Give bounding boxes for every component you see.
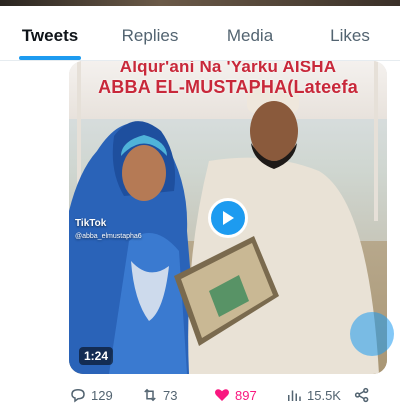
tab-replies-label: Replies [121,26,179,45]
tab-likes-label: Likes [330,26,370,45]
heart-icon [214,389,230,401]
photo-strip-top [0,0,400,6]
tiktok-handle: @abba_elmustapha6 [75,233,142,240]
tweet-video[interactable]: Alqur'ani Na 'Yarku AISHA ABBA EL-MUSTAP… [69,61,387,374]
retweet-count: 73 [163,387,178,403]
bar-chart-icon [288,390,301,401]
tab-media[interactable]: Media [200,12,300,60]
like-button[interactable]: 897 [213,386,257,404]
play-icon [223,211,234,225]
views-button[interactable]: 15.5K [285,386,341,404]
comment-icon [71,388,85,403]
tab-media-label: Media [226,26,274,45]
tab-replies[interactable]: Replies [100,12,200,60]
reply-count: 129 [91,387,113,403]
floating-compose-bubble[interactable] [350,312,394,356]
like-count: 897 [235,387,257,403]
tiktok-watermark: TikTok [75,218,107,229]
tab-tweets[interactable]: Tweets [0,12,100,60]
tab-likes[interactable]: Likes [300,12,400,60]
video-caption-line1: Alqur'ani Na 'Yarku AISHA [119,61,337,76]
tab-tweets-label: Tweets [21,26,79,45]
share-button[interactable] [353,386,371,404]
retweet-icon [144,388,156,402]
reply-button[interactable]: 129 [69,386,113,404]
views-count: 15.5K [307,387,341,403]
video-caption-line2: ABBA EL-MUSTAPHA(Lateefa [98,77,358,97]
tweet-actions: 129 73 897 15.5K [69,386,400,406]
profile-tabs: Tweets Replies Media Likes [0,12,400,61]
retweet-button[interactable]: 73 [141,386,177,404]
active-tab-indicator [19,56,81,60]
play-button[interactable] [208,198,248,238]
video-duration: 1:24 [79,347,114,365]
share-icon [354,387,369,403]
